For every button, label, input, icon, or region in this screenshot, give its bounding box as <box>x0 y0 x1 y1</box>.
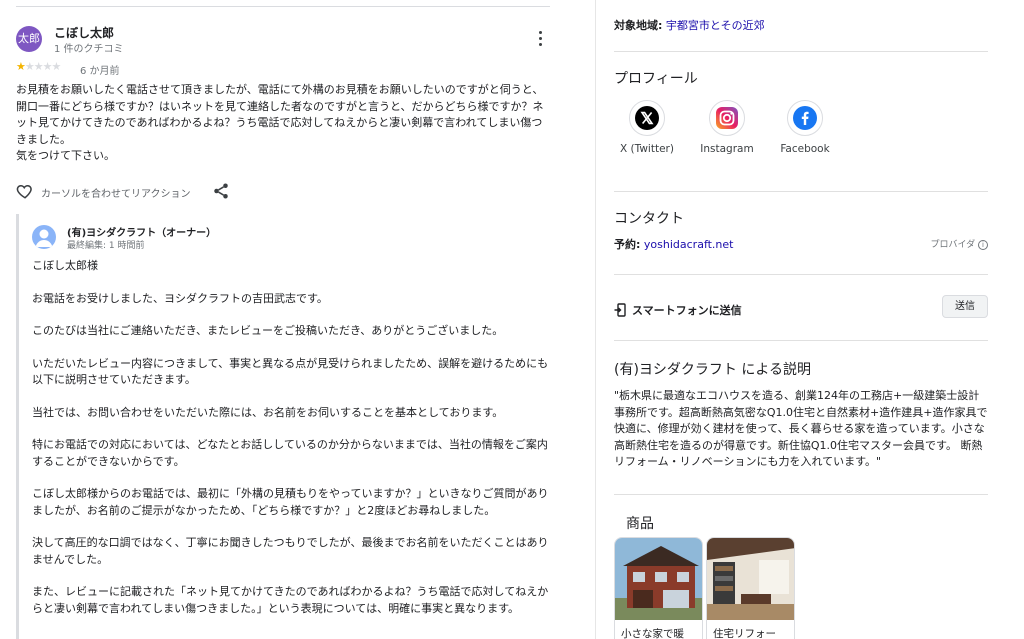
reviewer-review-count: 1 件のクチコミ <box>54 44 124 55</box>
reply-paragraph: お電話をお受けしました、ヨシダクラフトの吉田武志です。 <box>32 291 328 305</box>
owner-avatar <box>32 225 56 249</box>
reply-paragraph: 決して高圧的な口調ではなく、丁寧にお聞きしたつもりでしたが、最後までお名前をいた… <box>32 536 549 566</box>
divider <box>614 340 988 341</box>
product-card[interactable]: 小さな家で暖 <box>614 537 703 639</box>
owner-reply-text: こぼし太郎様 お電話をお受けしました、ヨシダクラフトの吉田武志です。 このたびは… <box>32 258 552 617</box>
reserve-link[interactable]: yoshidacraft.net <box>644 238 734 251</box>
area-label: 対象地域: <box>614 19 663 32</box>
social-x[interactable]: X (Twitter) <box>614 100 680 155</box>
review-time: 6 か月前 <box>80 66 120 77</box>
social-label: Instagram <box>700 143 754 155</box>
star-rating: ★★★★★ <box>16 60 62 73</box>
heart-icon[interactable] <box>16 182 34 204</box>
reply-paragraph: 特にお電話での対応においては、どなたとお話ししているのか分からないままでは、当社… <box>32 438 548 468</box>
social-label: Facebook <box>780 143 830 155</box>
description-title: (有)ヨシダクラフト による説明 <box>614 362 811 378</box>
star-empty-icon: ★ <box>33 60 44 73</box>
contact-title: コンタクト <box>614 211 684 227</box>
divider <box>16 6 550 7</box>
send-to-phone-icon <box>614 302 626 321</box>
product-caption: 小さな家で暖 <box>621 628 684 639</box>
product-image <box>707 538 794 620</box>
facebook-icon <box>787 100 823 136</box>
review-panel: 太郎 こぼし太郎 1 件のクチコミ ★★★★★ 6 か月前 お見積をお願いしたく… <box>0 0 596 639</box>
reservation: 予約: yoshidacraft.net <box>614 236 733 252</box>
reply-paragraph: また、レビューに記載された「ネット見てかけてきたのであればわかるよね？うち電話で… <box>32 585 549 615</box>
product-caption: 住宅リフォー <box>713 628 776 639</box>
reply-paragraph: いただいたレビュー内容につきまして、事実と異なる点が見受けられましたため、誤解を… <box>32 356 549 387</box>
products-title: 商品 <box>626 516 654 532</box>
divider <box>614 274 988 275</box>
social-label: X (Twitter) <box>620 143 674 155</box>
reviewer-avatar[interactable]: 太郎 <box>16 26 42 52</box>
reply-paragraph: このたびは当社にご連絡いただき、またレビューをご投稿いただき、ありがとうございま… <box>32 324 504 337</box>
reserve-label: 予約: <box>614 238 641 251</box>
product-card[interactable]: 住宅リフォー <box>706 537 795 639</box>
reply-paragraph: こぼし太郎様 <box>32 259 98 272</box>
description-text: "栃木県に最適なエコハウスを造る、創業124年の工務店+一級建築士設計事務所です… <box>614 389 988 468</box>
reply-paragraph: こぼし太郎様からのお電話では、最初に「外構の見積もりをやっていますか？」といきな… <box>32 487 549 517</box>
x-twitter-icon <box>629 100 665 136</box>
divider <box>614 494 988 495</box>
divider <box>614 51 988 52</box>
more-options-icon[interactable] <box>532 30 550 48</box>
reply-paragraph: 当社では、お問い合わせをいただいた際には、お名前をお伺いすることを基本としており… <box>32 405 504 419</box>
send-to-phone-label: スマートフォンに送信 <box>632 304 742 317</box>
divider <box>614 191 988 192</box>
review-text: お見積をお願いしたく電話させて頂きましたが、電話にて外構のお見積をお願いしたいの… <box>16 83 544 162</box>
profile-title: プロフィール <box>614 71 698 87</box>
owner-name: (有)ヨシダクラフト（オーナー） <box>67 228 217 239</box>
provider-label: プロバイダ <box>930 240 976 250</box>
area-link[interactable]: 宇都宮市とその近郊 <box>666 19 765 32</box>
business-panel: 対象地域: 宇都宮市とその近郊 プロフィール X (Twitter) Insta… <box>614 0 988 639</box>
share-icon[interactable] <box>212 182 230 204</box>
star-empty-icon: ★ <box>51 60 62 73</box>
reaction-label[interactable]: カーソルを合わせてリアクション <box>41 185 191 200</box>
service-area: 対象地域: 宇都宮市とその近郊 <box>614 17 765 33</box>
social-facebook[interactable]: Facebook <box>772 100 838 155</box>
star-empty-icon: ★ <box>24 60 35 73</box>
reviewer-name[interactable]: こぼし太郎 <box>54 24 114 41</box>
product-image <box>615 538 702 620</box>
owner-edited-time: 最終編集: 1 時間前 <box>67 241 145 251</box>
star-filled-icon: ★ <box>16 60 26 73</box>
social-instagram[interactable]: Instagram <box>694 100 760 155</box>
provider-info[interactable]: プロバイダ i <box>930 237 988 250</box>
info-icon: i <box>978 239 988 250</box>
instagram-icon <box>709 100 745 136</box>
owner-reply-bar <box>16 214 19 639</box>
star-empty-icon: ★ <box>42 60 53 73</box>
send-button[interactable]: 送信 <box>942 295 988 318</box>
